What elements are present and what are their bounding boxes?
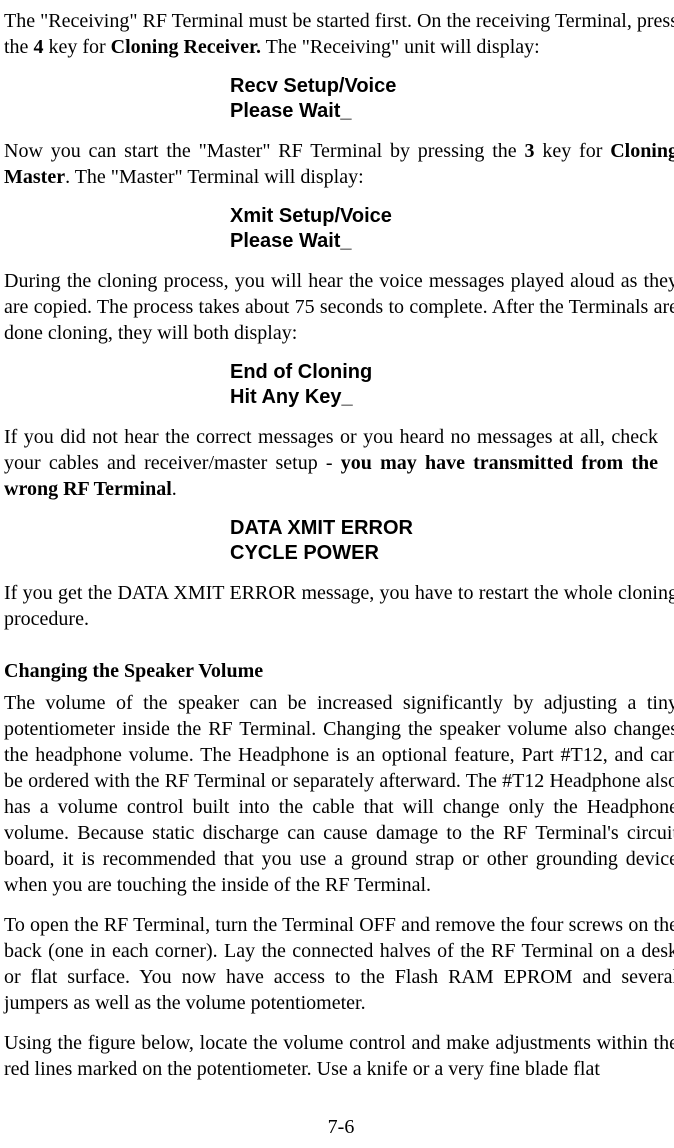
heading-speaker-volume: Changing the Speaker Volume <box>4 658 674 684</box>
display-line: Please Wait_ <box>230 229 674 254</box>
paragraph-master-start: Now you can start the "Master" RF Termin… <box>4 138 674 190</box>
display-line: DATA XMIT ERROR <box>230 516 674 541</box>
display-line: Please Wait_ <box>230 99 674 124</box>
cloning-receiver-label: Cloning Receiver. <box>111 36 261 58</box>
display-line: End of Cloning <box>230 360 674 385</box>
display-xmit-setup: Xmit Setup/Voice Please Wait_ <box>230 204 674 254</box>
text: key for <box>535 140 611 162</box>
paragraph-cloning-process: During the cloning process, you will hea… <box>4 268 674 346</box>
display-end-cloning: End of Cloning Hit Any Key_ <box>230 360 674 410</box>
paragraph-volume-intro: The volume of the speaker can be increas… <box>4 690 674 898</box>
paragraph-restart-procedure: If you get the DATA XMIT ERROR message, … <box>4 580 674 632</box>
key-4: 4 <box>33 36 43 58</box>
paragraph-receiving-start: The "Receiving" RF Terminal must be star… <box>4 8 674 60</box>
text: . <box>172 478 177 500</box>
display-data-xmit-error: DATA XMIT ERROR CYCLE POWER <box>230 516 674 566</box>
paragraph-troubleshoot: If you did not hear the correct messages… <box>4 424 674 502</box>
paragraph-adjust-volume: Using the figure below, locate the volum… <box>4 1030 674 1082</box>
paragraph-open-terminal: To open the RF Terminal, turn the Termin… <box>4 912 674 1016</box>
text: . The "Master" Terminal will display: <box>65 166 364 188</box>
text: key for <box>43 36 110 58</box>
text: Now you can start the "Master" RF Termin… <box>4 140 525 162</box>
text: The "Receiving" unit will display: <box>261 36 540 58</box>
key-3: 3 <box>525 140 535 162</box>
display-recv-setup: Recv Setup/Voice Please Wait_ <box>230 74 674 124</box>
page-number: 7-6 <box>4 1114 674 1140</box>
display-line: Xmit Setup/Voice <box>230 204 674 229</box>
display-line: CYCLE POWER <box>230 541 674 566</box>
display-line: Hit Any Key_ <box>230 385 674 410</box>
display-line: Recv Setup/Voice <box>230 74 674 99</box>
